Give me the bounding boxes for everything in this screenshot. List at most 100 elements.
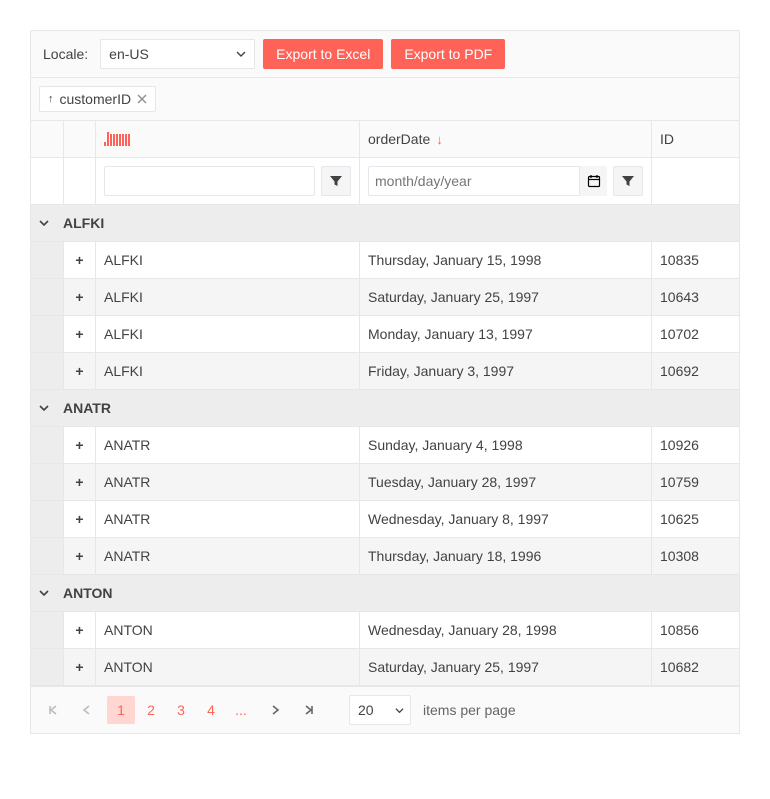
expand-row-button[interactable]: + — [72, 437, 87, 453]
orderdate-cell: Saturday, January 25, 1997 — [359, 279, 651, 315]
group-header-label: ANTON — [63, 585, 113, 601]
pager-prev-button[interactable] — [73, 696, 101, 724]
group-header-row[interactable]: ANATR — [31, 390, 739, 427]
toolbar: Locale: en-US Export to Excel Export to … — [30, 30, 740, 78]
sparkline-icon — [104, 132, 130, 146]
group-indent-cell — [31, 242, 63, 278]
header-cell-customer[interactable] — [95, 121, 359, 157]
page-number-button[interactable]: 3 — [167, 696, 195, 724]
table-row: +ALFKIFriday, January 3, 199710692 — [31, 353, 739, 390]
customer-cell: ANATR — [95, 427, 359, 463]
orderdate-cell: Thursday, January 18, 1996 — [359, 538, 651, 574]
customer-cell: ANTON — [95, 612, 359, 648]
expand-cell: + — [63, 242, 95, 278]
group-header-row[interactable]: ANTON — [31, 575, 739, 612]
orderdate-cell: Saturday, January 25, 1997 — [359, 649, 651, 685]
filter-icon — [329, 174, 343, 188]
collapse-icon[interactable] — [39, 218, 55, 228]
orderdate-cell: Tuesday, January 28, 1997 — [359, 464, 651, 500]
calendar-icon — [587, 174, 601, 188]
header-cell-expand — [63, 121, 95, 157]
group-indent-cell — [31, 501, 63, 537]
expand-cell: + — [63, 464, 95, 500]
export-excel-button[interactable]: Export to Excel — [263, 39, 383, 69]
customer-cell: ANATR — [95, 464, 359, 500]
remove-group-icon[interactable] — [137, 94, 147, 104]
expand-cell: + — [63, 538, 95, 574]
table-row: + ANTONWednesday, January 28, 199810856 — [31, 612, 739, 649]
id-cell: 10682 — [651, 649, 741, 685]
group-header-label: ALFKI — [63, 215, 104, 231]
group-header-label: ANATR — [63, 400, 111, 416]
pager: 1234... 20 items per page — [30, 687, 740, 734]
filter-icon — [621, 174, 635, 188]
page-number-button[interactable]: 2 — [137, 696, 165, 724]
filter-customer-button[interactable] — [321, 166, 351, 196]
caret-down-icon — [236, 49, 246, 59]
table-row: +ALFKIThursday, January 15, 199810835 — [31, 242, 739, 279]
page-number-button[interactable]: 1 — [107, 696, 135, 724]
filter-cell-id — [651, 158, 741, 204]
pager-last-button[interactable] — [295, 696, 323, 724]
calendar-button[interactable] — [579, 166, 607, 196]
id-cell: 10926 — [651, 427, 741, 463]
expand-row-button[interactable]: + — [72, 474, 87, 490]
customer-cell: ALFKI — [95, 242, 359, 278]
expand-row-button[interactable]: + — [72, 363, 87, 379]
group-indent-cell — [31, 612, 63, 648]
orderdate-cell: Friday, January 3, 1997 — [359, 353, 651, 389]
orderdate-cell: Sunday, January 4, 1998 — [359, 427, 651, 463]
expand-cell: + — [63, 316, 95, 352]
expand-row-button[interactable]: + — [72, 326, 87, 342]
expand-cell: + — [63, 612, 95, 648]
id-cell: 10835 — [651, 242, 741, 278]
expand-row-button[interactable]: + — [72, 289, 87, 305]
header-id-label: ID — [660, 131, 674, 147]
expand-cell: + — [63, 353, 95, 389]
export-pdf-button[interactable]: Export to PDF — [391, 39, 505, 69]
group-indent-cell — [31, 464, 63, 500]
pager-more-button[interactable]: ... — [227, 696, 255, 724]
table-row: +ANTONSaturday, January 25, 199710682 — [31, 649, 739, 686]
page-number-button[interactable]: 4 — [197, 696, 225, 724]
customer-cell: ANATR — [95, 501, 359, 537]
filter-cell-orderdate — [359, 158, 651, 204]
caret-down-icon — [395, 706, 404, 715]
collapse-icon[interactable] — [39, 403, 55, 413]
collapse-icon[interactable] — [39, 588, 55, 598]
group-chip-label: customerID — [60, 91, 132, 107]
page-size-value: 20 — [358, 702, 374, 718]
group-indent-cell — [31, 427, 63, 463]
header-cell-id[interactable]: ID — [651, 121, 741, 157]
page-size-select[interactable]: 20 — [349, 695, 411, 725]
expand-row-button[interactable]: + — [72, 659, 87, 675]
expand-row-button[interactable]: + — [72, 548, 87, 564]
expand-row-button[interactable]: + — [72, 511, 87, 527]
filter-customer-input[interactable] — [104, 166, 315, 196]
orderdate-cell: Wednesday, January 28, 1998 — [359, 612, 651, 648]
orderdate-cell: Monday, January 13, 1997 — [359, 316, 651, 352]
expand-row-button[interactable]: + — [72, 622, 87, 638]
expand-cell: + — [63, 501, 95, 537]
group-chip-customerid[interactable]: ↑ customerID — [39, 86, 156, 112]
filter-date-button[interactable] — [613, 166, 643, 196]
locale-select[interactable]: en-US — [100, 39, 255, 69]
sort-desc-icon: ↓ — [436, 132, 443, 147]
id-cell: 10702 — [651, 316, 741, 352]
expand-cell: + — [63, 279, 95, 315]
id-cell: 10759 — [651, 464, 741, 500]
customer-cell: ANATR — [95, 538, 359, 574]
expand-cell: + — [63, 427, 95, 463]
pager-next-button[interactable] — [261, 696, 289, 724]
filter-date-input[interactable] — [368, 166, 607, 196]
id-cell: 10856 — [651, 612, 741, 648]
orderdate-cell: Wednesday, January 8, 1997 — [359, 501, 651, 537]
expand-row-button[interactable]: + — [72, 252, 87, 268]
customer-cell: ALFKI — [95, 316, 359, 352]
pager-first-button[interactable] — [39, 696, 67, 724]
group-header-row[interactable]: ALFKI — [31, 205, 739, 242]
header-cell-group-collapse — [31, 121, 63, 157]
grid: orderDate ↓ ID — [30, 121, 740, 687]
header-cell-orderdate[interactable]: orderDate ↓ — [359, 121, 651, 157]
id-cell: 10692 — [651, 353, 741, 389]
